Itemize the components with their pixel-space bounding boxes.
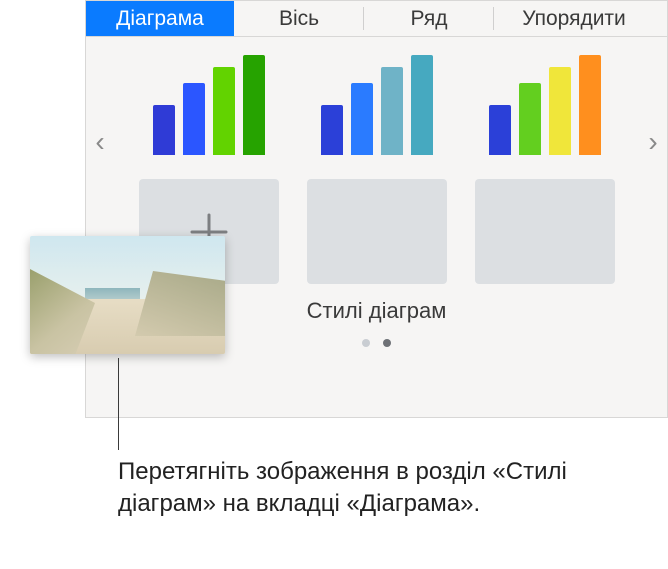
page-dot[interactable] [362,339,370,347]
chart-bar [351,83,373,155]
chart-style-thumb[interactable] [139,51,279,161]
chart-bar [243,55,265,155]
chart-bar [519,83,541,155]
callout-connector [118,358,119,450]
tab-series[interactable]: Ряд [364,1,494,36]
carousel-next-button[interactable]: › [643,127,663,157]
chart-bar [183,83,205,155]
tab-arrange[interactable]: Упорядити [494,1,654,36]
chart-style-thumb[interactable] [307,51,447,161]
dragged-image-thumbnail[interactable] [30,236,225,354]
chart-bar [549,67,571,155]
chart-bar [411,55,433,155]
chart-bar [213,67,235,155]
tab-axis[interactable]: Вісь [234,1,364,36]
page-dot[interactable] [383,339,391,347]
chart-bar [381,67,403,155]
tab-diagram[interactable]: Діаграма [86,1,234,36]
chart-style-thumbs-row [116,51,637,161]
chart-bar [321,105,343,155]
chart-bar [579,55,601,155]
callout-text: Перетягніть зображення в розділ «Стилі д… [118,456,588,521]
carousel-prev-button[interactable]: ‹ [90,127,110,157]
chart-bar [489,105,511,155]
chart-style-thumb[interactable] [475,51,615,161]
tab-bar: Діаграма Вісь Ряд Упорядити [86,1,667,37]
chart-bar [153,105,175,155]
chart-style-slot[interactable] [307,179,447,284]
chart-style-slot[interactable] [475,179,615,284]
format-panel: Діаграма Вісь Ряд Упорядити ‹ › Стилі ді… [85,0,668,418]
